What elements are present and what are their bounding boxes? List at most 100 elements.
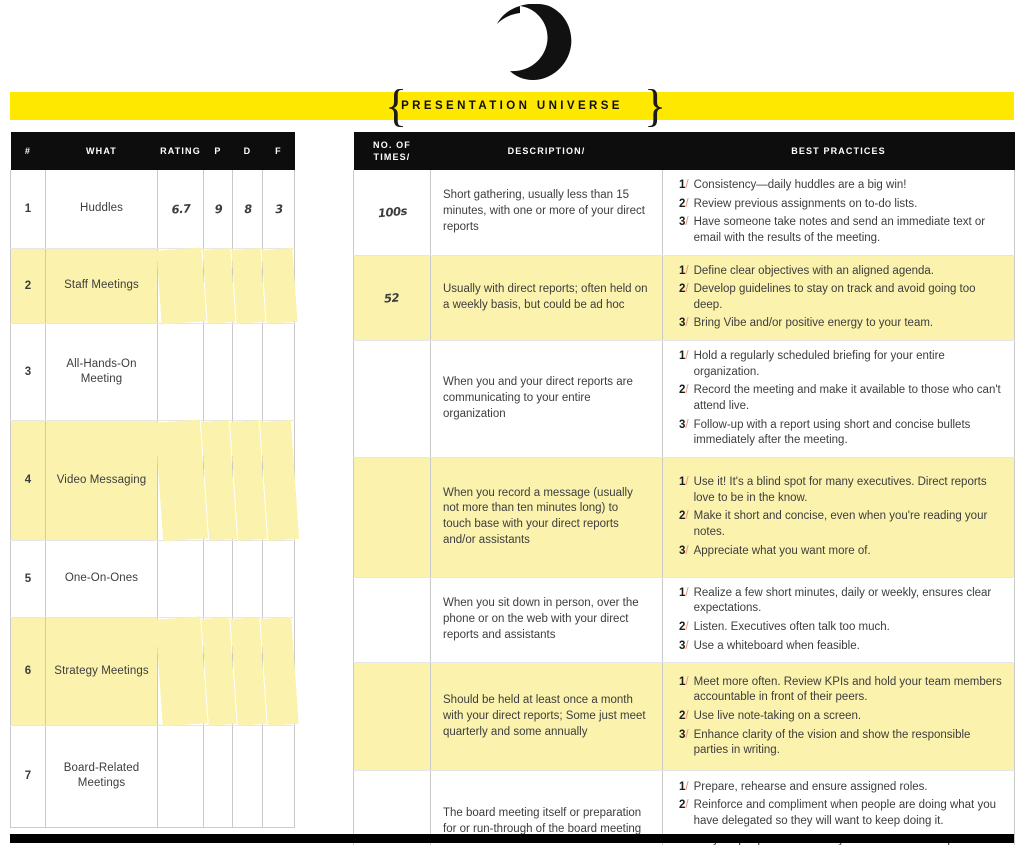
cell-rating-f: [258, 616, 299, 726]
cell-rating-f: 3: [259, 168, 298, 250]
table-row: When you record a message (usually not m…: [353, 457, 1015, 578]
cell-row-number: 3: [10, 323, 46, 421]
best-practice-text: Realize a few short minutes, daily or we…: [693, 586, 992, 615]
best-practice-item: 1/Prepare, rehearse and ensure assigned …: [679, 780, 1004, 796]
best-practice-number: 2/: [679, 709, 689, 722]
cell-rating-score: [154, 246, 207, 325]
best-practice-item: 2/Use live note-taking on a screen.: [679, 709, 1004, 725]
best-practice-item: 3/Enhance clarity of the vision and show…: [679, 728, 1004, 759]
col-header-f: F: [262, 132, 295, 170]
cell-meeting-type: One-On-Ones: [45, 540, 158, 618]
best-practice-text: Reinforce and compliment when people are…: [693, 799, 996, 827]
table-row: Should be held at least once a month wit…: [353, 662, 1015, 772]
best-practice-number: 3/: [679, 639, 689, 652]
cell-no-of-times: [353, 577, 431, 664]
best-practice-text: Meet more often. Review KPIs and hold yo…: [693, 675, 1002, 704]
table-row: When you sit down in person, over the ph…: [353, 577, 1015, 664]
best-practice-item: 3/Use a whiteboard when feasible.: [679, 639, 1004, 655]
cell-best-practices: 1/Realize a few short minutes, daily or …: [662, 577, 1015, 664]
best-practice-item: 2/Listen. Executives often talk too much…: [679, 620, 1004, 636]
cell-rating-p: [200, 539, 236, 618]
best-practice-text: Use live note-taking on a screen.: [693, 709, 862, 722]
best-practice-text: Enhance clarity of the vision and show t…: [693, 728, 971, 757]
col-header-rating: RATING: [157, 132, 204, 170]
best-practice-text: Consistency—daily huddles are a big win!: [693, 179, 907, 191]
table-row: 5 One-On-Ones: [10, 538, 298, 619]
best-practice-text: Review previous assignments on to-do lis…: [693, 197, 918, 210]
best-practice-number: 1/: [679, 264, 689, 277]
cell-no-of-times: 100s: [353, 170, 431, 256]
right-table-body: 100s Short gathering, usually less than 1…: [353, 170, 1015, 845]
best-practice-number: 3/: [679, 317, 689, 330]
best-practice-text: Use a whiteboard when feasible.: [693, 639, 860, 652]
cell-row-number: 6: [10, 617, 46, 726]
table-row: 1 Huddles 6.7 9 8 3: [10, 168, 298, 250]
best-practice-number: 2/: [679, 621, 689, 633]
cell-description: Usually with direct reports; often held …: [430, 255, 663, 341]
best-practice-number: 2/: [679, 799, 689, 812]
best-practice-item: 1/Define clear objectives with an aligne…: [679, 264, 1004, 280]
cell-no-of-times: [353, 457, 431, 578]
cell-meeting-type: Strategy Meetings: [45, 617, 158, 726]
best-practice-number: 2/: [679, 283, 689, 296]
best-practice-item: 2/Make it short and concise, even when y…: [679, 509, 1004, 540]
best-practice-text: Hold a regularly scheduled briefing for …: [693, 350, 945, 378]
best-practice-number: 1/: [679, 780, 689, 793]
best-practice-item: 1/Use it! It's a blind spot for many exe…: [679, 475, 1004, 506]
cell-rating-score: 6.7: [154, 168, 207, 250]
cell-rating-f: [259, 538, 298, 619]
best-practice-text: Make it short and concise, even when you…: [693, 510, 988, 539]
cell-meeting-type: Huddles: [45, 170, 158, 249]
cell-row-number: 2: [10, 248, 46, 324]
best-practice-number: 3/: [679, 418, 689, 431]
cell-rating-p: [200, 247, 236, 324]
table-row: 7 Board-Related Meetings: [10, 723, 299, 829]
cell-row-number: 4: [10, 420, 46, 541]
col-header-best-practices: BEST PRACTICES: [662, 132, 1015, 170]
cell-rating-score: [153, 418, 208, 542]
best-practice-number: 1/: [679, 476, 689, 489]
best-practice-item: 1/Consistency—daily huddles are a big wi…: [679, 178, 1004, 194]
best-practice-text: Appreciate what you want more of.: [693, 544, 871, 557]
cell-description: When you record a message (usually not m…: [430, 457, 663, 578]
cell-no-of-times: [353, 662, 431, 772]
cell-description: Should be held at least once a month wit…: [430, 662, 663, 772]
cell-meeting-type: Board-Related Meetings: [45, 725, 158, 828]
right-table-header: NO. OF TIMES/ DESCRIPTION/ BEST PRACTICE…: [353, 132, 1015, 170]
best-practice-number: 2/: [679, 197, 689, 210]
cell-description: Short gathering, usually less than 15 mi…: [430, 170, 663, 256]
col-header-times-line2: TIMES/: [373, 152, 411, 162]
col-header-number: #: [10, 132, 46, 170]
cell-best-practices: 1/Define clear objectives with an aligne…: [662, 255, 1015, 341]
cell-row-number: 5: [10, 540, 46, 618]
col-header-description: DESCRIPTION/: [430, 132, 663, 170]
cell-rating-f: [258, 724, 299, 828]
cell-row-number: 7: [10, 725, 46, 828]
best-practice-text: Record the meeting and make it available…: [693, 384, 1001, 412]
table-row: 100s Short gathering, usually less than 1…: [353, 170, 1015, 256]
cell-rating-score: [154, 538, 207, 619]
best-practice-text: Use it! It's a blind spot for many execu…: [693, 476, 987, 504]
cell-best-practices: 1/Consistency—daily huddles are a big wi…: [662, 170, 1015, 256]
cell-no-of-times: 52: [353, 255, 431, 341]
best-practice-number: 1/: [679, 586, 689, 599]
crescent-moon-logo: [493, 4, 573, 82]
col-header-p: P: [203, 132, 233, 170]
left-table-header: # WHAT RATING P D F: [10, 132, 295, 170]
cell-best-practices: 1/Meet more often. Review KPIs and hold …: [662, 662, 1015, 772]
best-practice-number: 1/: [679, 179, 689, 191]
page-title: PRESENTATION UNIVERSE: [401, 100, 623, 112]
col-header-no-of-times: NO. OF TIMES/: [353, 132, 431, 170]
best-practice-text: Bring Vibe and/or positive energy to you…: [693, 317, 934, 330]
best-practice-item: 1/Realize a few short minutes, daily or …: [679, 586, 1004, 617]
best-practice-text: Define clear objectives with an aligned …: [693, 264, 934, 277]
cell-best-practices: 1/Use it! It's a blind spot for many exe…: [662, 457, 1015, 578]
col-header-times-line1: NO. OF: [373, 139, 411, 150]
cell-rating-d: [229, 539, 266, 618]
table-row: 4 Video Messaging: [10, 418, 299, 542]
cell-best-practices: 1/Hold a regularly scheduled briefing fo…: [662, 340, 1015, 458]
cell-rating-score: [154, 321, 207, 422]
cell-rating-f: [259, 322, 298, 421]
left-table-body: 1 Huddles 6.7 9 8 3 2 Staff Meetings 3 All-Hands-…: [10, 168, 299, 829]
best-practice-number: 1/: [679, 675, 689, 688]
